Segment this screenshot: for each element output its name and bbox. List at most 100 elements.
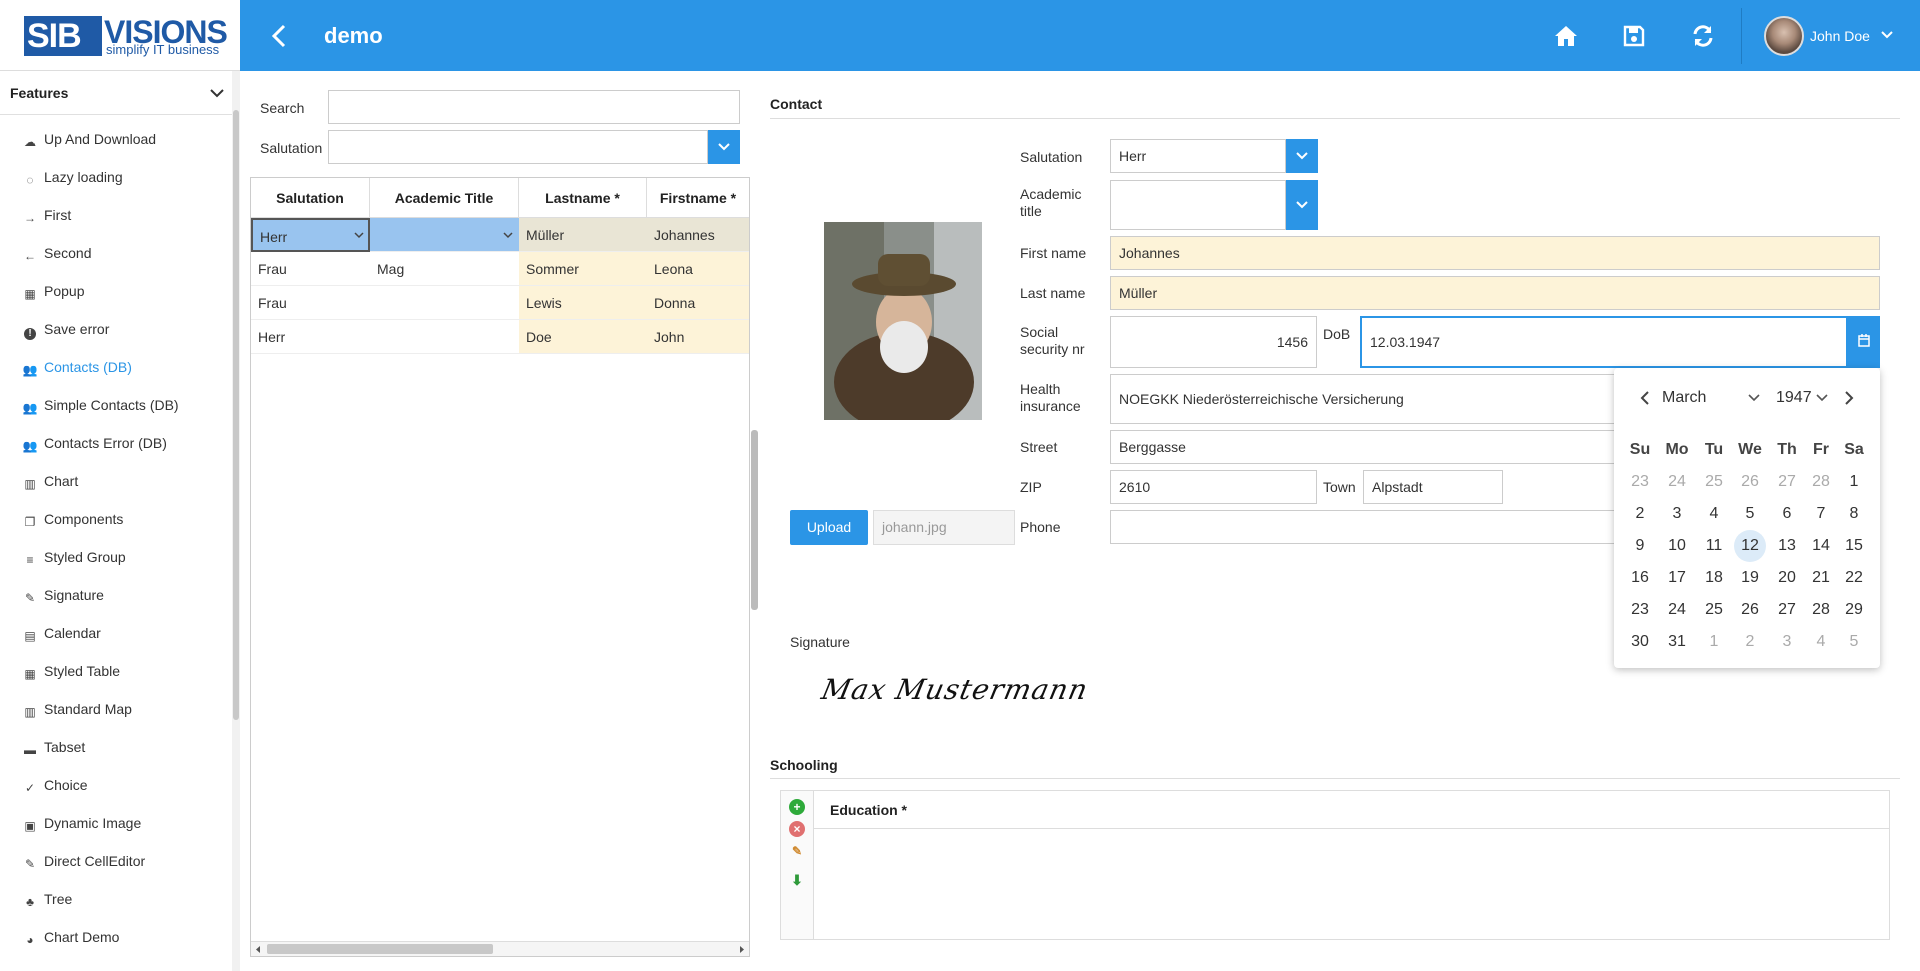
calendar-day[interactable]: 3 <box>1659 498 1695 530</box>
calendar-day[interactable]: 3 <box>1769 626 1805 658</box>
calendar-day[interactable]: 1 <box>1696 626 1732 658</box>
calendar-day[interactable]: 7 <box>1803 498 1839 530</box>
calendar-day[interactable]: 25 <box>1696 466 1732 498</box>
date-picker-button[interactable] <box>1848 316 1880 368</box>
calendar-day[interactable]: 24 <box>1659 594 1695 626</box>
column-header-academic-title[interactable]: Academic Title <box>370 178 519 218</box>
ssn-field[interactable]: 1456 <box>1110 316 1317 368</box>
year-select[interactable]: 1947 <box>1776 386 1832 410</box>
sidebar-item-tabset[interactable]: ▬ Tabset <box>22 728 222 766</box>
scrollbar-thumb[interactable] <box>267 944 493 954</box>
calendar-day[interactable]: 27 <box>1769 466 1805 498</box>
chevron-down-icon[interactable] <box>503 231 513 239</box>
calendar-day[interactable]: 2 <box>1732 626 1768 658</box>
sidebar-item-calendar[interactable]: ▤ Calendar <box>22 614 222 652</box>
calendar-day[interactable]: 10 <box>1659 530 1695 562</box>
sidebar-item-components[interactable]: ❐ Components <box>22 500 222 538</box>
signature-pad[interactable]: Max Mustermann <box>818 672 1092 708</box>
sidebar-item-styled-group[interactable]: ≡ Styled Group <box>22 538 222 576</box>
table-cell[interactable]: Johannes <box>647 218 749 252</box>
calendar-day[interactable]: 9 <box>1622 530 1658 562</box>
table-cell[interactable]: Sommer <box>519 252 647 286</box>
calendar-day[interactable]: 5 <box>1836 626 1872 658</box>
zip-field[interactable]: 2610 <box>1110 470 1317 504</box>
scroll-left-icon[interactable] <box>254 945 262 954</box>
calendar-day[interactable]: 20 <box>1769 562 1805 594</box>
sidebar-item-styled-table[interactable]: ▦ Styled Table <box>22 652 222 690</box>
calendar-day-selected[interactable]: 12 <box>1734 530 1766 562</box>
column-header-salutation[interactable]: Salutation <box>251 178 370 218</box>
table-cell[interactable]: Donna <box>647 286 749 320</box>
last-name-field[interactable]: Müller <box>1110 276 1880 310</box>
calendar-day[interactable]: 13 <box>1769 530 1805 562</box>
chevron-down-icon[interactable] <box>1880 28 1894 42</box>
calendar-day[interactable]: 6 <box>1769 498 1805 530</box>
calendar-day[interactable]: 24 <box>1659 466 1695 498</box>
town-field[interactable]: Alpstadt <box>1363 470 1503 504</box>
calendar-day[interactable]: 29 <box>1836 594 1872 626</box>
calendar-day[interactable]: 26 <box>1732 466 1768 498</box>
table-cell[interactable]: Müller <box>519 218 647 252</box>
first-name-field[interactable]: Johannes <box>1110 236 1880 270</box>
table-cell[interactable]: Lewis <box>519 286 647 320</box>
calendar-day[interactable]: 21 <box>1803 562 1839 594</box>
search-input[interactable] <box>328 90 740 124</box>
reload-icon[interactable] <box>1690 23 1716 49</box>
table-cell[interactable]: John <box>647 320 749 354</box>
table-cell[interactable]: Mag <box>370 252 519 286</box>
sidebar-item-direct-celleditor[interactable]: ✎ Direct CellEditor <box>22 842 222 880</box>
calendar-day[interactable]: 31 <box>1659 626 1695 658</box>
calendar-day[interactable]: 27 <box>1769 594 1805 626</box>
upload-button[interactable]: Upload <box>790 510 868 545</box>
salutation-filter-dropdown-button[interactable] <box>708 130 740 164</box>
academic-title-dropdown-button[interactable] <box>1286 180 1318 230</box>
table-cell-editor[interactable]: Herr <box>251 218 370 252</box>
table-cell[interactable]: Frau <box>251 286 370 320</box>
chevron-down-icon[interactable] <box>354 231 364 239</box>
sidebar-item-signature[interactable]: ✎ Signature <box>22 576 222 614</box>
calendar-day[interactable]: 28 <box>1803 594 1839 626</box>
sidebar-item-up-and-download[interactable]: ☁ Up And Download <box>22 120 222 158</box>
calendar-day[interactable]: 4 <box>1803 626 1839 658</box>
next-month-icon[interactable] <box>1842 390 1856 406</box>
table-cell[interactable]: Frau <box>251 252 370 286</box>
calendar-day[interactable]: 4 <box>1696 498 1732 530</box>
sidebar-item-save-error[interactable]: ! Save error <box>22 310 222 348</box>
features-header[interactable]: Features <box>0 71 232 115</box>
calendar-day[interactable]: 8 <box>1836 498 1872 530</box>
calendar-day[interactable]: 28 <box>1803 466 1839 498</box>
back-icon[interactable] <box>266 22 294 50</box>
table-cell[interactable]: Herr <box>251 320 370 354</box>
sidebar-item-tree[interactable]: ♣ Tree <box>22 880 222 918</box>
salutation-field[interactable]: Herr <box>1110 139 1286 173</box>
table-cell[interactable] <box>370 286 519 320</box>
sidebar-item-lazy-loading[interactable]: ◌ Lazy loading <box>22 158 222 196</box>
column-header-lastname[interactable]: Lastname * <box>519 178 647 218</box>
sidebar-item-simple-contacts-db[interactable]: 👥 Simple Contacts (DB) <box>22 386 222 424</box>
add-row-icon[interactable]: + <box>789 799 805 815</box>
prev-month-icon[interactable] <box>1638 390 1652 406</box>
sidebar-item-dynamic-image[interactable]: ▣ Dynamic Image <box>22 804 222 842</box>
sidebar-item-chart[interactable]: ▥ Chart <box>22 462 222 500</box>
calendar-day[interactable]: 11 <box>1696 530 1732 562</box>
calendar-day[interactable]: 19 <box>1732 562 1768 594</box>
calendar-day[interactable]: 30 <box>1622 626 1658 658</box>
sidebar-scrollbar-thumb[interactable] <box>233 110 239 720</box>
sidebar-item-choice[interactable]: ✓ Choice <box>22 766 222 804</box>
sidebar-item-contacts-error-db[interactable]: 👥 Contacts Error (DB) <box>22 424 222 462</box>
table-cell[interactable] <box>370 320 519 354</box>
scroll-right-icon[interactable] <box>738 945 746 954</box>
calendar-day[interactable]: 18 <box>1696 562 1732 594</box>
sidebar-item-second[interactable]: ← Second <box>22 234 222 272</box>
table-cell-editor[interactable] <box>370 218 519 252</box>
avatar[interactable] <box>1764 16 1804 56</box>
column-header-firstname[interactable]: Firstname * <box>647 178 749 218</box>
calendar-day[interactable]: 14 <box>1803 530 1839 562</box>
table-horizontal-scrollbar[interactable] <box>251 941 749 956</box>
sidebar-item-contacts-db[interactable]: 👥 Contacts (DB) <box>22 348 222 386</box>
home-icon[interactable] <box>1553 24 1579 48</box>
calendar-day[interactable]: 26 <box>1732 594 1768 626</box>
save-icon[interactable] <box>1622 24 1646 48</box>
calendar-day[interactable]: 22 <box>1836 562 1872 594</box>
calendar-day[interactable]: 16 <box>1622 562 1658 594</box>
